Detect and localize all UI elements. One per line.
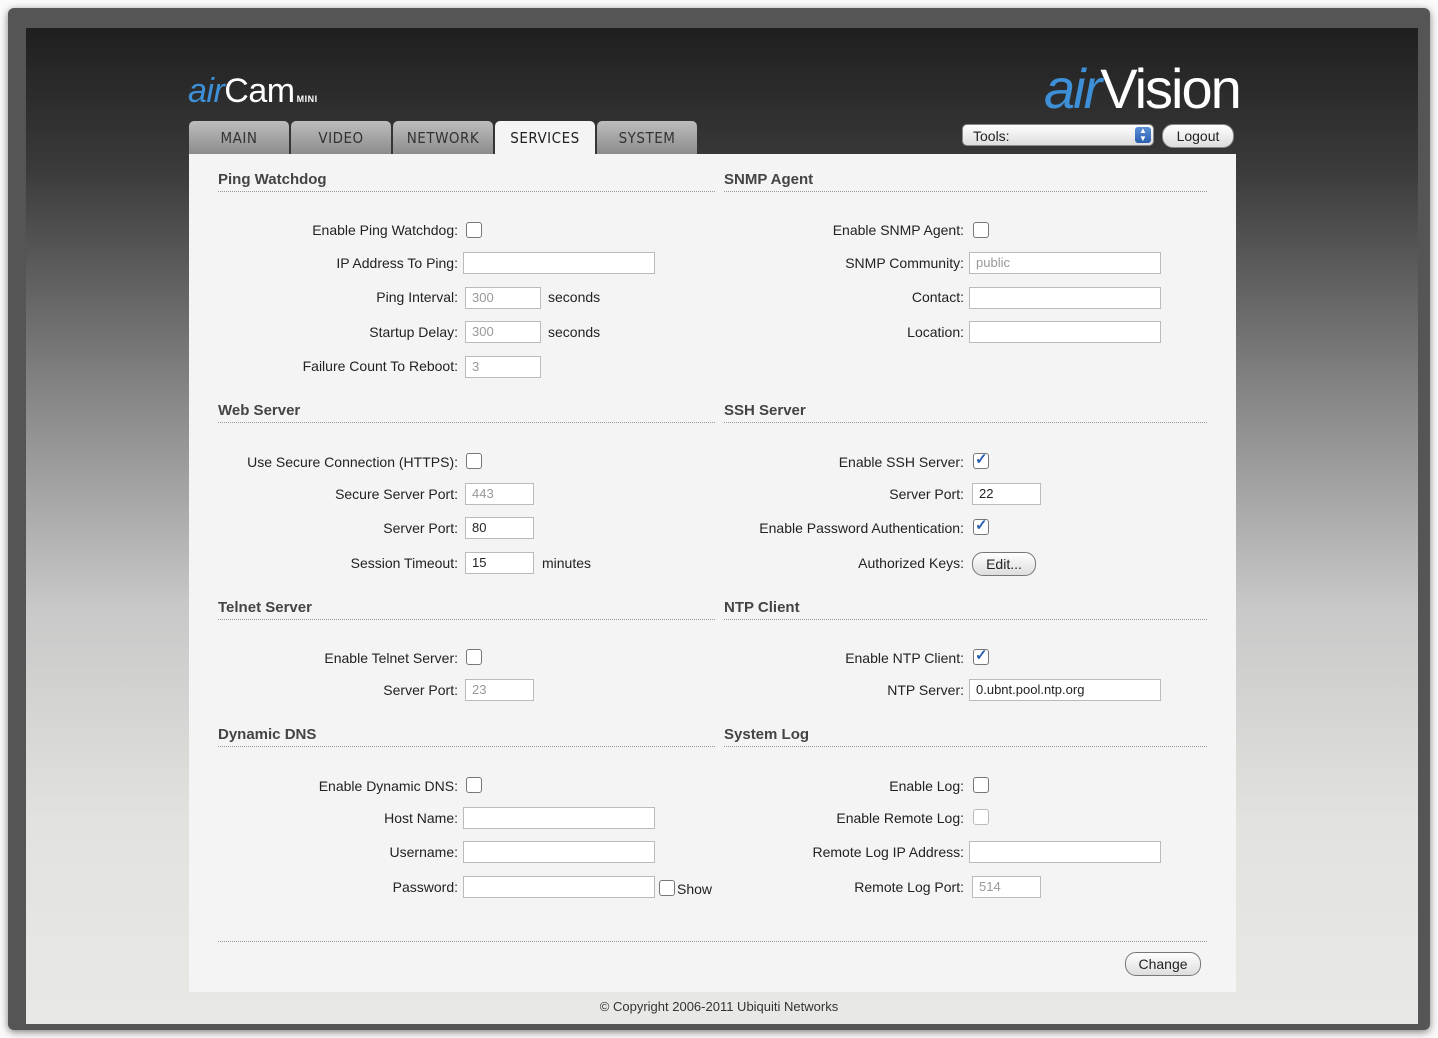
authorized-keys-label: Authorized Keys:: [858, 555, 964, 571]
secure-server-port-label: Secure Server Port:: [335, 486, 458, 502]
enable-log-label: Enable Log:: [889, 778, 964, 794]
enable-telnet-server-label: Enable Telnet Server:: [324, 650, 458, 666]
section-title-dynamic-dns: Dynamic DNS: [218, 726, 317, 743]
enable-ssh-server-label: Enable SSH Server:: [838, 454, 964, 470]
ip-address-to-ping-input[interactable]: [463, 252, 655, 274]
ip-address-to-ping-label: IP Address To Ping:: [336, 255, 458, 271]
server-port-label: Server Port:: [383, 520, 458, 536]
enable-remote-log-checkbox[interactable]: [973, 809, 989, 825]
ntp-server-label: NTP Server:: [887, 682, 964, 698]
remote-log-port-input[interactable]: 514: [972, 876, 1041, 898]
tools-select[interactable]: Tools: ▲ ▼: [962, 124, 1154, 146]
tab-system[interactable]: SYSTEM: [597, 121, 697, 154]
section-divider: [218, 618, 715, 620]
copyright-text: © Copyright 2006-2011 Ubiquiti Networks: [599, 999, 839, 1014]
enable-snmp-agent-checkbox[interactable]: [973, 222, 989, 238]
tab-services[interactable]: SERVICES: [495, 121, 595, 155]
enable-snmp-agent-label: Enable SNMP Agent:: [832, 222, 964, 238]
section-title-ntp-client: NTP Client: [724, 599, 800, 616]
section-divider: [218, 190, 715, 192]
section-title-web-server: Web Server: [218, 402, 301, 419]
enable-ntp-client-checkbox[interactable]: [973, 646, 989, 665]
host-name-label: Host Name:: [384, 810, 458, 826]
location-input[interactable]: [969, 321, 1161, 343]
startup-delay-label: Startup Delay:: [369, 324, 458, 340]
failure-count-label: Failure Count To Reboot:: [302, 358, 458, 374]
use-https-label: Use Secure Connection (HTTPS):: [247, 454, 458, 470]
section-title-ssh-server: SSH Server: [724, 402, 806, 419]
remote-log-ip-label: Remote Log IP Address:: [812, 844, 965, 860]
enable-dynamic-dns-label: Enable Dynamic DNS:: [318, 778, 458, 794]
show-password-checkbox[interactable]: [659, 880, 675, 896]
enable-log-checkbox[interactable]: [973, 777, 989, 793]
section-divider: [218, 421, 715, 423]
ping-interval-input[interactable]: 300: [465, 287, 541, 309]
ping-interval-label: Ping Interval:: [376, 289, 458, 305]
footer-divider: [218, 940, 1207, 942]
section-title-snmp-agent: SNMP Agent: [724, 171, 814, 188]
main-tabs: MAIN VIDEO NETWORK SERVICES SYSTEM: [189, 121, 699, 155]
section-divider: [724, 421, 1207, 423]
section-title-ping-watchdog: Ping Watchdog: [218, 171, 327, 188]
tab-network[interactable]: NETWORK: [393, 121, 493, 154]
password-label: Password:: [392, 879, 458, 895]
username-input[interactable]: [463, 841, 655, 863]
failure-count-input[interactable]: 3: [465, 356, 541, 378]
session-timeout-label: Session Timeout:: [350, 555, 458, 571]
startup-delay-input[interactable]: 300: [465, 321, 541, 343]
airvision-logo: airVision: [1044, 57, 1242, 120]
show-password-label: Show: [677, 881, 713, 897]
secure-server-port-input[interactable]: 443: [465, 483, 534, 505]
enable-password-auth-checkbox[interactable]: [973, 516, 989, 535]
ssh-server-port-input[interactable]: 22: [972, 483, 1041, 505]
tab-main[interactable]: MAIN: [189, 121, 289, 154]
use-https-checkbox[interactable]: [466, 453, 482, 469]
section-title-system-log: System Log: [724, 726, 810, 743]
server-port-input[interactable]: 80: [465, 517, 534, 539]
section-divider: [724, 745, 1207, 747]
session-timeout-unit: minutes: [542, 555, 592, 571]
enable-remote-log-label: Enable Remote Log:: [836, 810, 964, 826]
section-divider: [724, 190, 1207, 192]
section-divider: [724, 618, 1207, 620]
logout-button[interactable]: Logout: [1162, 124, 1234, 148]
select-arrows-icon: ▲ ▼: [1135, 127, 1151, 143]
enable-ping-watchdog-checkbox[interactable]: [466, 222, 482, 238]
ssh-server-port-label: Server Port:: [889, 486, 964, 502]
enable-password-auth-label: Enable Password Authentication:: [759, 520, 964, 536]
ntp-server-input[interactable]: 0.ubnt.pool.ntp.org: [969, 679, 1161, 701]
enable-telnet-server-checkbox[interactable]: [466, 649, 482, 665]
enable-ntp-client-label: Enable NTP Client:: [845, 650, 964, 666]
location-label: Location:: [907, 324, 964, 340]
telnet-server-port-label: Server Port:: [383, 682, 458, 698]
edit-keys-button[interactable]: Edit...: [972, 552, 1036, 576]
contact-label: Contact:: [911, 289, 964, 305]
enable-dynamic-dns-checkbox[interactable]: [466, 777, 482, 793]
section-divider: [218, 745, 715, 747]
host-name-input[interactable]: [463, 807, 655, 829]
ping-interval-unit: seconds: [548, 289, 601, 305]
enable-ping-watchdog-label: Enable Ping Watchdog:: [312, 222, 458, 238]
username-label: Username:: [389, 844, 458, 860]
telnet-server-port-input[interactable]: 23: [465, 679, 534, 701]
startup-delay-unit: seconds: [548, 324, 601, 340]
section-title-telnet-server: Telnet Server: [218, 599, 312, 616]
session-timeout-input[interactable]: 15: [465, 552, 534, 574]
password-input[interactable]: [463, 876, 655, 898]
enable-ssh-server-checkbox[interactable]: [973, 450, 989, 469]
contact-input[interactable]: [969, 287, 1161, 309]
change-button[interactable]: Change: [1125, 952, 1201, 976]
remote-log-ip-input[interactable]: [969, 841, 1161, 863]
tab-video[interactable]: VIDEO: [291, 121, 391, 154]
remote-log-port-label: Remote Log Port:: [854, 879, 964, 895]
snmp-community-label: SNMP Community:: [845, 255, 964, 271]
snmp-community-input[interactable]: public: [969, 252, 1161, 274]
aircam-mini-logo: airCam MINI: [188, 72, 318, 110]
services-panel: [189, 154, 1236, 992]
